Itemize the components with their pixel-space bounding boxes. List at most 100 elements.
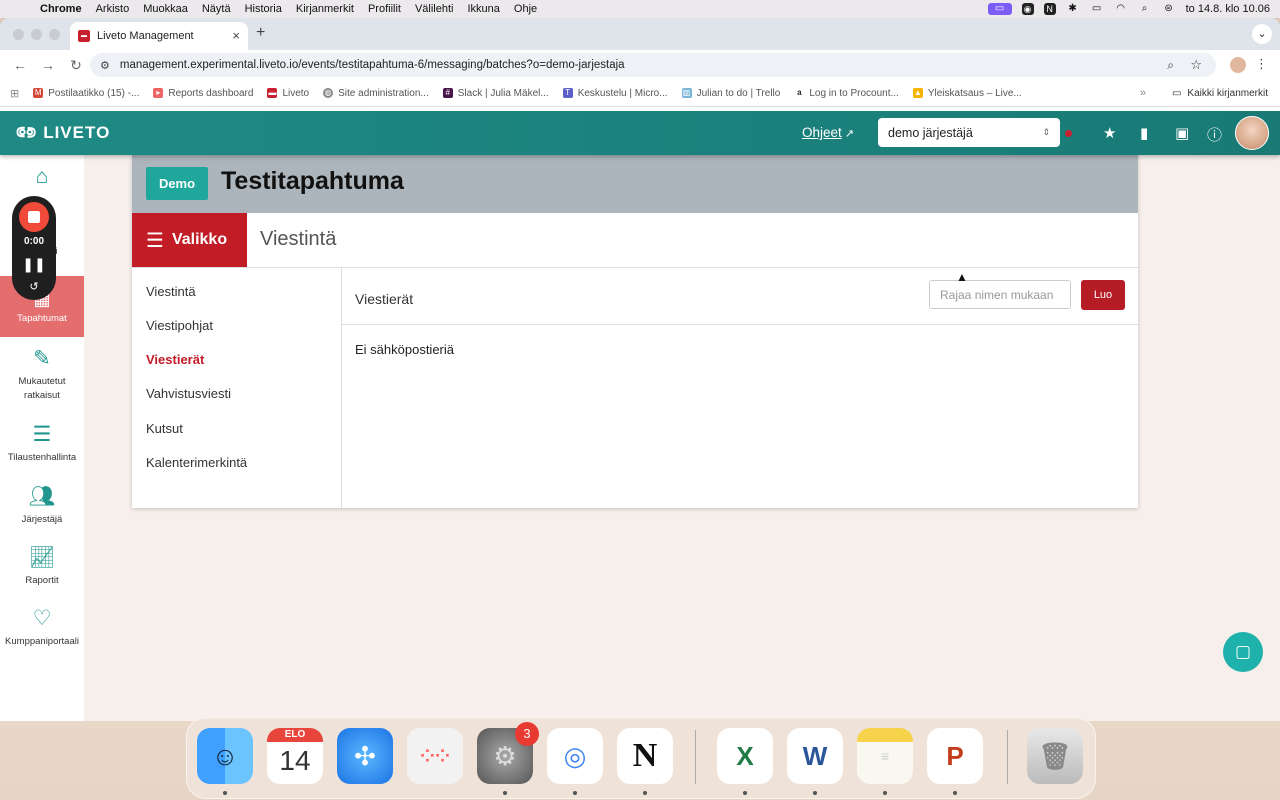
info-icon[interactable]: ⓘ: [1207, 124, 1222, 145]
safari-icon[interactable]: ✣: [337, 728, 393, 784]
battery-icon[interactable]: ▭: [1090, 3, 1104, 15]
tab-search-chevron-icon[interactable]: ⌄: [1252, 24, 1272, 44]
submenu-viestipohjat[interactable]: Viestipohjat: [146, 318, 213, 333]
batches-panel: Viestierät Luo Ei sähköpostieriä: [342, 267, 1138, 508]
restart-icon[interactable]: ↺: [12, 280, 56, 293]
macos-dock: ☺ ELO 14 ✣ ⁘⁘ ⚙ ◎ N X W ≡ P 🗑︎: [186, 717, 1096, 799]
sidebar-item-kumppaniportaali[interactable]: ♡ Kumppaniportaali: [0, 607, 84, 649]
menu-nayta[interactable]: Näytä: [202, 3, 231, 15]
wifi-icon[interactable]: ◠: [1114, 3, 1128, 15]
bookmark-trello[interactable]: ▥ Julian to do | Trello: [681, 88, 780, 99]
omnibox[interactable]: ⚙ management.experimental.liveto.io/even…: [90, 53, 1216, 77]
chrome-icon[interactable]: ◎: [547, 728, 603, 784]
menu-muokkaa[interactable]: Muokkaa: [143, 3, 188, 15]
maximize-window-button[interactable]: [49, 29, 60, 40]
mouse-cursor-icon: ▲: [956, 270, 968, 284]
finder-icon[interactable]: ☺: [197, 728, 253, 784]
site-settings-icon[interactable]: ⚙: [100, 59, 110, 72]
notes-icon[interactable]: ≡: [857, 728, 913, 784]
submenu-viestinta[interactable]: Viestintä: [146, 284, 196, 299]
profile-avatar[interactable]: [1230, 57, 1246, 73]
bookmark-star-icon[interactable]: ☆: [1190, 57, 1202, 73]
all-bookmarks-folder[interactable]: ▭ Kaikki kirjanmerkit: [1172, 88, 1268, 99]
word-icon[interactable]: W: [787, 728, 843, 784]
bookmark-analytics[interactable]: ▲ Yleiskatsaus – Live...: [912, 88, 1022, 99]
chrome-menu-icon[interactable]: ⋮: [1255, 56, 1268, 72]
reload-icon[interactable]: ↻: [68, 57, 84, 74]
create-batch-button[interactable]: Luo: [1081, 280, 1125, 310]
chat-support-button[interactable]: ▢: [1223, 632, 1263, 672]
folder-icon: ▭: [1171, 87, 1182, 99]
more-bookmarks-icon[interactable]: »: [1140, 87, 1146, 99]
tab-liveto-management[interactable]: ▬ Liveto Management ×: [70, 22, 248, 50]
sidebar-item-mukautetut-ratkaisut[interactable]: ✎ Mukautetut ratkaisut: [0, 347, 84, 403]
submenu-kutsut[interactable]: Kutsut: [146, 421, 183, 436]
help-link[interactable]: Ohjeet ↗: [802, 125, 854, 140]
menu-valilehti[interactable]: Välilehti: [415, 3, 454, 15]
launchpad-icon[interactable]: ⁘⁘: [407, 728, 463, 784]
trash-icon[interactable]: 🗑︎: [1027, 728, 1083, 784]
bluetooth-icon[interactable]: ✱: [1066, 3, 1080, 15]
submenu-kalenterimerkinta[interactable]: Kalenterimerkintä: [146, 455, 247, 470]
gmail-icon: M: [33, 88, 44, 98]
bookmark-site-admin[interactable]: ◍ Site administration...: [323, 88, 429, 99]
menubar-clock[interactable]: to 14.8. klo 10.06: [1186, 3, 1270, 15]
pause-icon[interactable]: ❚❚: [12, 256, 56, 273]
close-window-button[interactable]: [13, 29, 24, 40]
bookmark-icon[interactable]: ▮: [1140, 124, 1148, 142]
select-updown-icon: ⇕: [1042, 127, 1050, 137]
favorites-star-icon[interactable]: ★: [1103, 124, 1116, 142]
sidebar-item-jarjestaja[interactable]: 👥︎ Järjestäjä: [0, 485, 84, 527]
empty-state-text: Ei sähköpostieriä: [355, 342, 454, 357]
minimize-window-button[interactable]: [31, 29, 42, 40]
menu-kirjanmerkit[interactable]: Kirjanmerkit: [296, 3, 354, 15]
close-tab-icon[interactable]: ×: [232, 28, 240, 43]
submenu-vahvistusviesti[interactable]: Vahvistusviesti: [146, 386, 231, 401]
bookmark-teams[interactable]: T Keskustelu | Micro...: [562, 88, 668, 99]
menu-profiilit[interactable]: Profiilit: [368, 3, 401, 15]
excel-icon[interactable]: X: [717, 728, 773, 784]
google-ads-icon: ▲: [912, 88, 923, 98]
notion-icon[interactable]: N: [617, 728, 673, 784]
menu-historia[interactable]: Historia: [245, 3, 282, 15]
liveto-logo[interactable]: ⟃⟄ LIVETO: [16, 123, 110, 143]
url-text[interactable]: management.experimental.liveto.io/events…: [120, 59, 625, 71]
new-tab-icon[interactable]: +: [256, 24, 265, 42]
filter-by-name-input[interactable]: [929, 280, 1071, 309]
menu-ikkuna[interactable]: Ikkuna: [468, 3, 500, 15]
liveto-bookmark-icon: ▬: [267, 88, 278, 98]
trello-icon: ▥: [681, 88, 692, 98]
sidebar-item-raportit[interactable]: 📈︎ Raportit: [0, 546, 84, 588]
bookmark-reports[interactable]: ▸ Reports dashboard: [153, 88, 253, 99]
menu-arkisto[interactable]: Arkisto: [96, 3, 130, 15]
zoom-icon[interactable]: ⌕: [1167, 58, 1174, 73]
spotlight-search-icon[interactable]: ⌕: [1138, 3, 1152, 15]
address-bar-row: ← → ↻ ⚙ management.experimental.liveto.i…: [0, 50, 1280, 80]
apps-grid-icon[interactable]: ⊞: [10, 87, 19, 100]
bookmark-procountor[interactable]: a Log in to Procount...: [794, 88, 899, 99]
back-arrow-icon[interactable]: ←: [12, 57, 28, 73]
hamburger-icon: ☰: [146, 229, 164, 252]
feedback-icon[interactable]: ▣: [1175, 124, 1189, 142]
menu-ohje[interactable]: Ohje: [514, 3, 537, 15]
notion-menubar-icon[interactable]: N: [1043, 3, 1056, 15]
calendar-icon[interactable]: ELO 14: [267, 728, 323, 784]
bookmark-liveto[interactable]: ▬ Liveto: [267, 88, 309, 99]
sidebar-item-tilaustenhallinta[interactable]: ☰ Tilaustenhallinta: [0, 423, 84, 465]
forward-arrow-icon[interactable]: →: [40, 57, 56, 73]
menu-app-name[interactable]: Chrome: [40, 3, 82, 15]
powerpoint-icon[interactable]: P: [927, 728, 983, 784]
organization-select[interactable]: demo järjestäjä ⇕: [878, 118, 1060, 147]
bookmark-gmail[interactable]: M Postilaatikko (15) -...: [33, 88, 139, 99]
stop-recording-button[interactable]: [19, 202, 49, 232]
user-avatar[interactable]: [1235, 116, 1269, 150]
bookmark-slack[interactable]: # Slack | Julia Mäkel...: [442, 88, 549, 99]
screen-share-icon[interactable]: ▭: [987, 3, 1012, 15]
home-icon: ⌂: [35, 165, 49, 188]
submenu-viestierat[interactable]: Viestierät: [146, 352, 204, 367]
settings-notification-badge: 3: [515, 722, 539, 746]
valikko-menu-button[interactable]: ☰ Valikko: [132, 213, 247, 267]
messaging-submenu: Viestintä Viestipohjat Viestierät Vahvis…: [132, 267, 342, 508]
control-center-icon[interactable]: ⊜: [1162, 3, 1176, 15]
circle-app-icon[interactable]: ◉: [1021, 3, 1034, 15]
